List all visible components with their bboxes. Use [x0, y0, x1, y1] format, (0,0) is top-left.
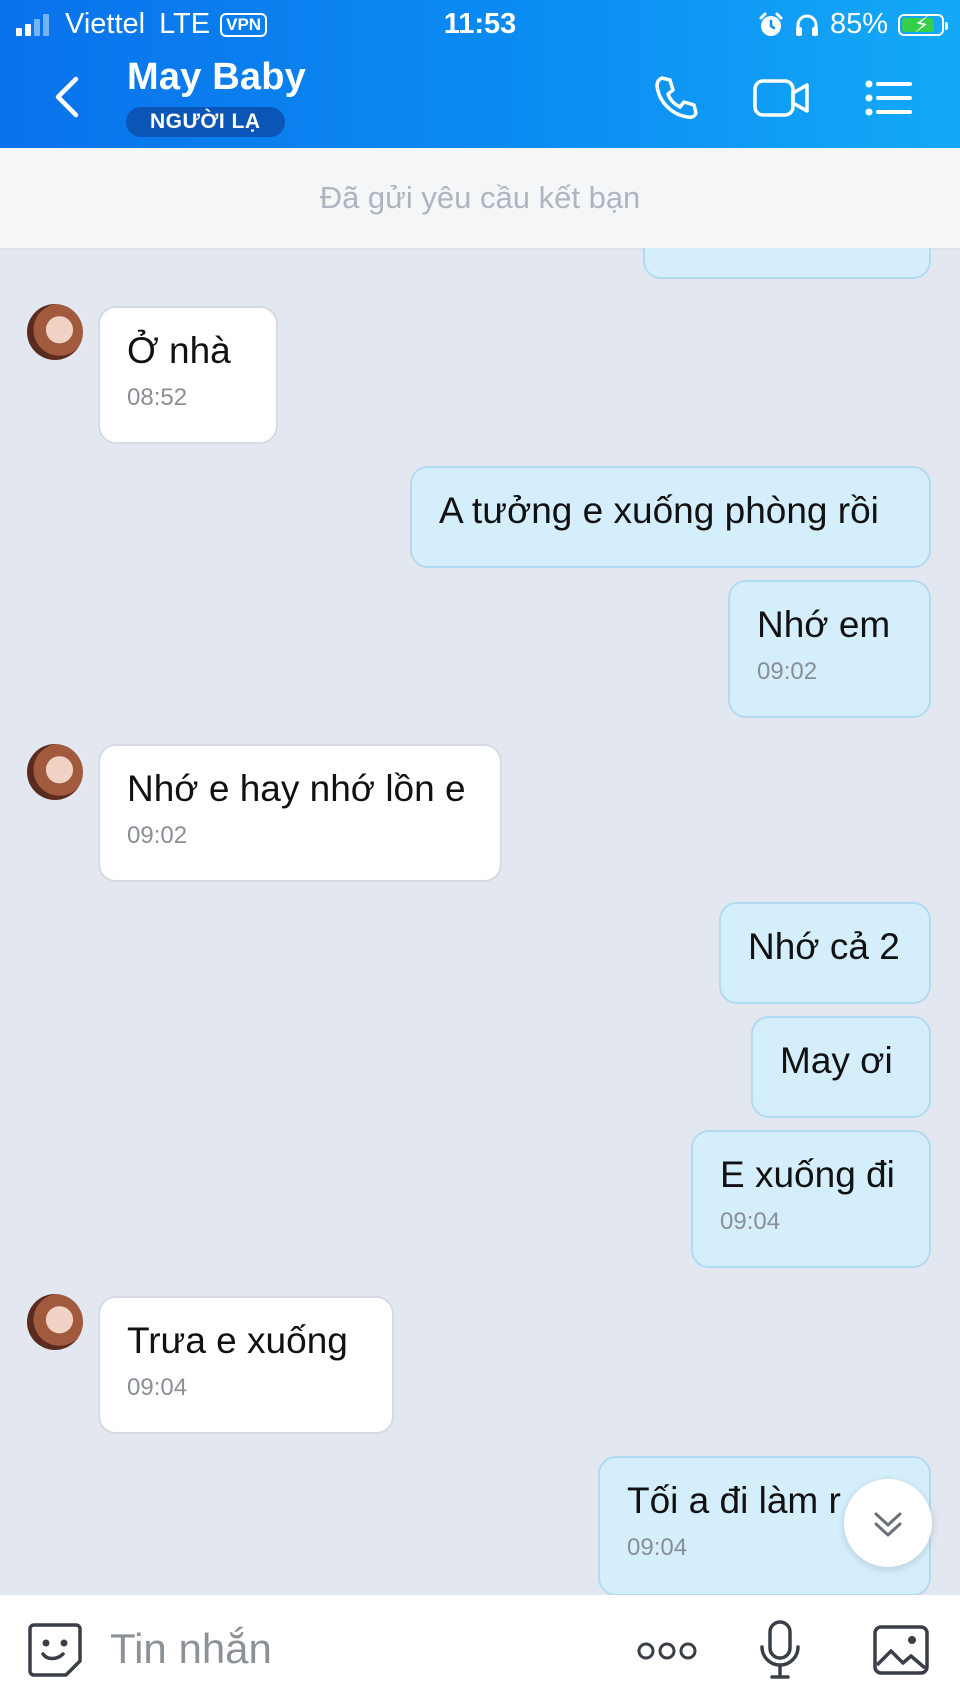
friend-request-notice: Đã gửi yêu cầu kết bạn: [0, 148, 960, 248]
phone-icon[interactable]: [650, 72, 702, 124]
message-text: Trưa e xuống: [127, 1320, 348, 1361]
message-time: 09:04: [127, 1374, 188, 1401]
avatar[interactable]: [27, 304, 83, 360]
message-bubble[interactable]: Ở nhà 08:52: [98, 306, 278, 444]
chevron-double-down-icon: [874, 1512, 902, 1537]
message-bubble[interactable]: Nhớ cả 2: [719, 902, 931, 1004]
headphones-icon: [795, 14, 818, 36]
message-bubble[interactable]: Trưa e xuống 09:04: [98, 1296, 394, 1434]
message-text: A tưởng e xuống phòng rồi: [439, 490, 879, 531]
message-bubble-previous: [643, 248, 931, 279]
sticker-icon[interactable]: [26, 1621, 84, 1679]
message-input[interactable]: Tin nhắn: [110, 1625, 272, 1673]
chat-header: Viettel LTE VPN 11:53 85% ⚡ May Baby NGƯ…: [0, 0, 960, 148]
message-composer: Tin nhắn: [0, 1595, 960, 1707]
menu-icon[interactable]: [864, 72, 914, 124]
battery-percent: 85%: [829, 8, 888, 40]
microphone-icon[interactable]: [756, 1619, 804, 1683]
back-icon[interactable]: [50, 75, 84, 119]
stranger-badge: NGƯỜI LẠ: [126, 107, 285, 137]
contact-name[interactable]: May Baby: [127, 56, 306, 99]
message-time: 08:52: [127, 384, 188, 411]
avatar[interactable]: [27, 1294, 83, 1350]
message-text: E xuống đi: [720, 1154, 895, 1195]
message-time: 09:02: [127, 822, 188, 849]
chat-area[interactable]: Ở nhà 08:52 A tưởng e xuống phòng rồi Nh…: [0, 248, 960, 1595]
scroll-to-bottom-button[interactable]: [844, 1479, 932, 1567]
message-text: Nhớ em: [757, 604, 891, 645]
more-icon[interactable]: [636, 1641, 698, 1661]
message-bubble[interactable]: May ơi: [751, 1016, 931, 1118]
message-text: Nhớ cả 2: [748, 926, 900, 967]
message-text: Tối a đi làm r: [627, 1480, 841, 1521]
avatar[interactable]: [27, 744, 83, 800]
alarm-icon: [759, 12, 783, 36]
video-icon[interactable]: [752, 72, 812, 124]
message-bubble[interactable]: Nhớ e hay nhớ lồn e 09:02: [98, 744, 502, 882]
image-icon[interactable]: [872, 1621, 930, 1679]
message-time: 09:04: [720, 1208, 781, 1235]
message-bubble[interactable]: A tưởng e xuống phòng rồi: [410, 466, 931, 568]
message-text: Ở nhà: [127, 330, 231, 371]
message-text: Nhớ e hay nhớ lồn e: [127, 768, 466, 809]
message-time: 09:02: [757, 658, 818, 685]
status-bar: Viettel LTE VPN 11:53 85% ⚡: [0, 0, 960, 50]
message-bubble[interactable]: Nhớ em 09:02: [728, 580, 931, 718]
battery-icon: ⚡: [898, 12, 948, 37]
message-text: May ơi: [780, 1040, 893, 1081]
message-bubble[interactable]: E xuống đi 09:04: [691, 1130, 931, 1268]
